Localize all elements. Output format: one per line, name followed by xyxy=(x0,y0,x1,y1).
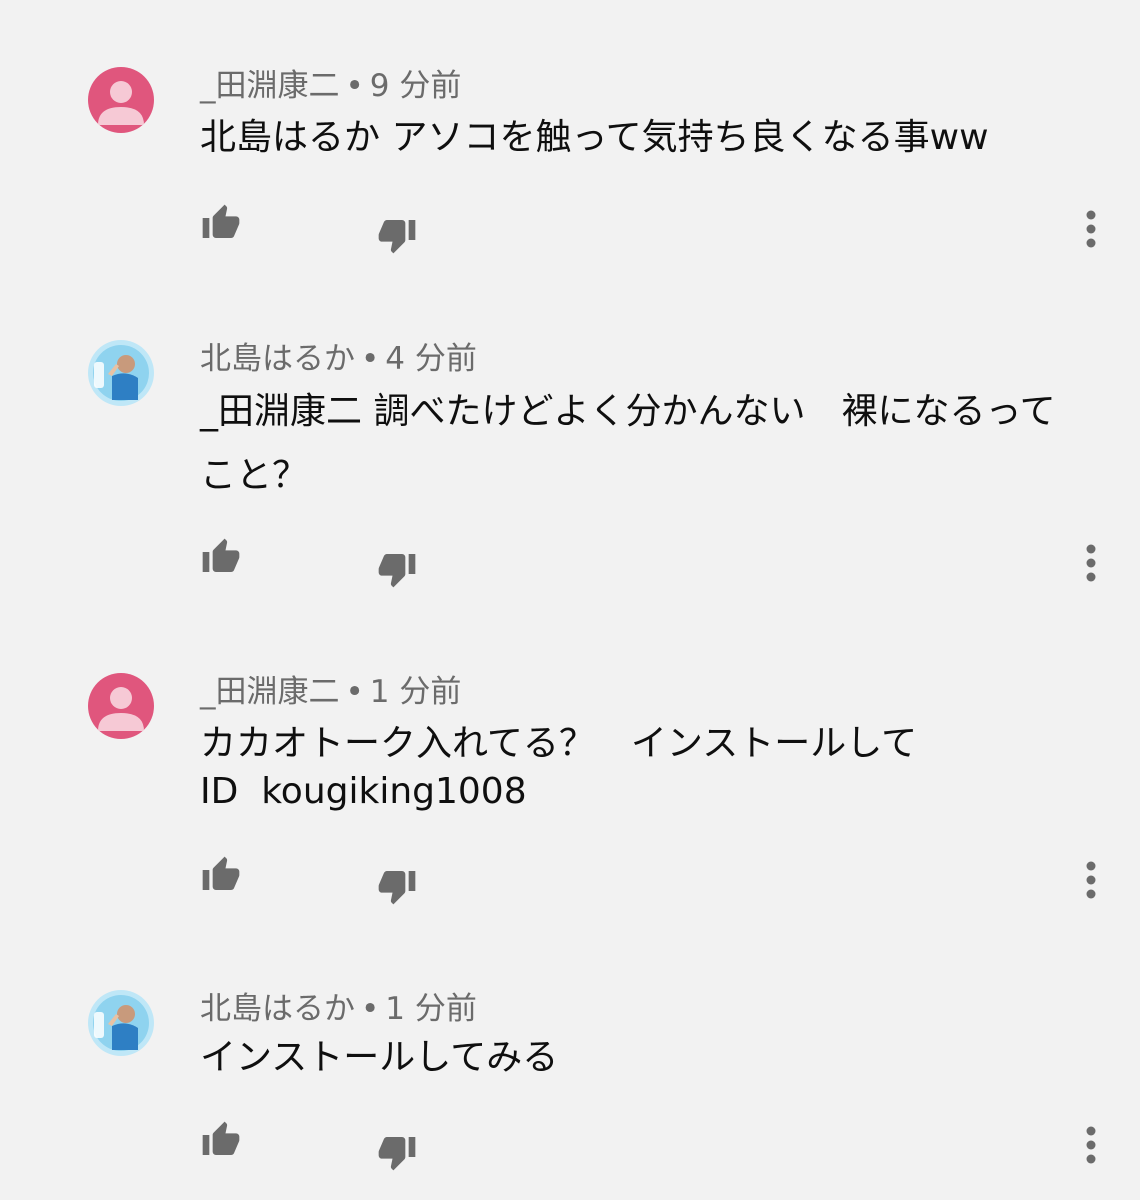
dislike-button[interactable] xyxy=(372,210,422,260)
more-button[interactable] xyxy=(1066,538,1116,588)
thumbs-up-icon xyxy=(202,856,240,890)
comment-text: カカオトーク入れてる？ インストールして ID kougiking1008 xyxy=(200,723,918,812)
more-vert-icon xyxy=(1086,861,1096,899)
person-icon xyxy=(88,67,154,133)
comment-meta: 北島はるか • 4 分前 xyxy=(200,341,477,377)
author-name[interactable]: 北島はるか xyxy=(200,341,355,377)
profile-photo-icon xyxy=(88,990,154,1056)
comment-text: _田淵康二 調べたけどよく分かんない 裸になるってこと？ xyxy=(200,391,1056,496)
like-button[interactable] xyxy=(196,198,246,248)
thumbs-down-icon xyxy=(378,554,416,588)
thumbs-up-icon xyxy=(202,204,240,238)
like-button[interactable] xyxy=(196,532,246,582)
meta-separator: • xyxy=(361,341,380,377)
dislike-button[interactable] xyxy=(372,1127,422,1177)
more-button[interactable] xyxy=(1066,855,1116,905)
comment-meta: _田淵康二 • 9 分前 xyxy=(200,68,461,104)
comment-time: 9 分前 xyxy=(369,68,462,104)
comment-text: インストールしてみる xyxy=(200,1037,559,1078)
more-vert-icon xyxy=(1086,210,1096,248)
meta-separator: • xyxy=(361,991,380,1027)
meta-separator: • xyxy=(345,68,364,104)
comment-time: 4 分前 xyxy=(385,341,477,377)
more-button[interactable] xyxy=(1066,1120,1116,1170)
author-name[interactable]: 北島はるか xyxy=(200,991,355,1027)
avatar[interactable] xyxy=(88,990,154,1056)
profile-photo-icon xyxy=(88,340,154,406)
comments-page: _田淵康二 • 9 分前 北島はるか アソコを触って気持ち良くなる事ww 北島はるか… xyxy=(0,0,1140,1200)
comment-time: 1 分前 xyxy=(385,991,477,1027)
thumbs-up-icon xyxy=(202,538,240,572)
author-name[interactable]: _田淵康二 xyxy=(200,68,340,104)
comment-time: 1 分前 xyxy=(369,674,462,710)
like-button[interactable] xyxy=(196,850,246,900)
comment-meta: _田淵康二 • 1 分前 xyxy=(200,674,461,710)
avatar[interactable] xyxy=(88,673,154,739)
thumbs-down-icon xyxy=(378,871,416,905)
comment-text: 北島はるか アソコを触って気持ち良くなる事ww xyxy=(200,117,989,158)
avatar[interactable] xyxy=(88,67,154,133)
thumbs-down-icon xyxy=(378,1137,416,1171)
author-name[interactable]: _田淵康二 xyxy=(200,674,340,710)
thumbs-up-icon xyxy=(202,1121,240,1155)
more-vert-icon xyxy=(1086,1126,1096,1164)
more-vert-icon xyxy=(1086,544,1096,582)
avatar[interactable] xyxy=(88,340,154,406)
comment-meta: 北島はるか • 1 分前 xyxy=(200,991,477,1027)
dislike-button[interactable] xyxy=(372,861,422,911)
more-button[interactable] xyxy=(1066,204,1116,254)
like-button[interactable] xyxy=(196,1115,246,1165)
thumbs-down-icon xyxy=(378,220,416,254)
person-icon xyxy=(88,673,154,739)
meta-separator: • xyxy=(345,674,364,710)
dislike-button[interactable] xyxy=(372,544,422,594)
